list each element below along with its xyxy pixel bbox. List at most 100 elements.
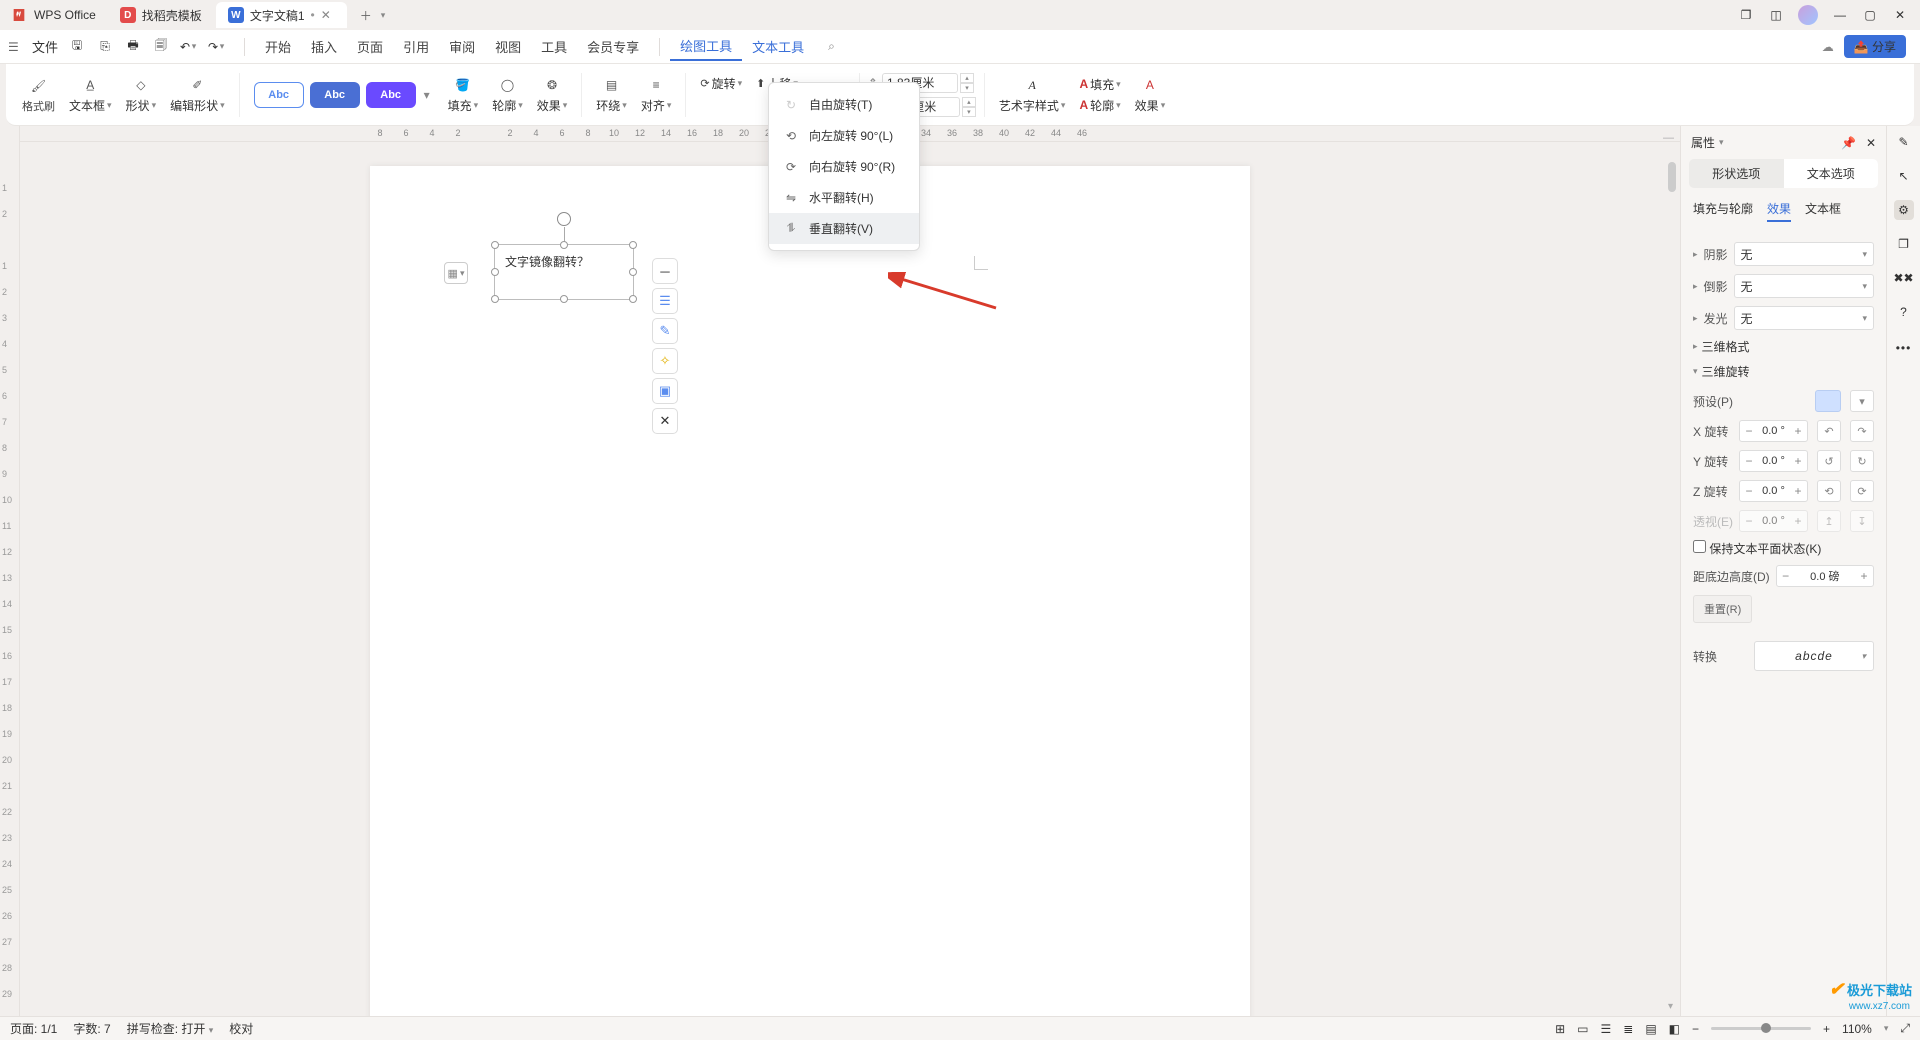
resize-handle[interactable] xyxy=(491,241,499,249)
transform-select[interactable]: abcde▾ xyxy=(1754,641,1874,671)
vertical-scrollbar[interactable]: ▾ xyxy=(1668,162,1678,1012)
ft-spark[interactable]: ✧ xyxy=(652,348,678,374)
share-button[interactable]: 📤 分享 xyxy=(1844,35,1906,58)
resize-handle[interactable] xyxy=(560,295,568,303)
spinner[interactable]: ▴▾ xyxy=(960,73,974,93)
outline-button[interactable]: ◯轮廓▾ xyxy=(486,68,529,122)
pencil-icon[interactable]: ✎ xyxy=(1894,132,1914,152)
pin-icon[interactable]: 📌 xyxy=(1841,136,1856,150)
close-window-icon[interactable]: ✕ xyxy=(1892,7,1908,23)
flip-vertical[interactable]: ⥮垂直翻转(V) xyxy=(769,213,919,244)
z-btn2[interactable]: ⟳ xyxy=(1850,480,1874,502)
new-tab-button[interactable]: ＋ xyxy=(355,4,377,26)
resize-handle[interactable] xyxy=(560,241,568,249)
menu-ref[interactable]: 引用 xyxy=(393,33,439,60)
status-words[interactable]: 字数: 7 xyxy=(73,1020,110,1037)
dist-input[interactable]: −0.0 磅+ xyxy=(1776,565,1874,587)
hamburger-icon[interactable]: ☰ xyxy=(8,40,28,54)
file-menu[interactable]: 文件 xyxy=(32,37,58,56)
resize-handle[interactable] xyxy=(629,241,637,249)
zoom-in[interactable]: + xyxy=(1823,1022,1830,1036)
menu-start[interactable]: 开始 xyxy=(255,33,301,60)
help-icon[interactable]: ? xyxy=(1894,302,1914,322)
menu-insert[interactable]: 插入 xyxy=(301,33,347,60)
align-button[interactable]: ≡对齐▾ xyxy=(635,68,678,122)
status-page[interactable]: 页面: 1/1 xyxy=(10,1020,57,1037)
view-icon-2[interactable]: ▭ xyxy=(1577,1022,1588,1036)
view-icon-6[interactable]: ◧ xyxy=(1669,1022,1680,1036)
subtab-textbox[interactable]: 文本框 xyxy=(1805,200,1841,222)
resize-handle[interactable] xyxy=(629,268,637,276)
status-spell[interactable]: 拼写检查: 打开 ▾ xyxy=(127,1020,214,1037)
save-icon[interactable]: 🖫 xyxy=(68,38,86,56)
outline2-button[interactable]: A 轮廓 ▾ xyxy=(1079,97,1120,114)
resize-handle[interactable] xyxy=(491,295,499,303)
glow-select[interactable]: 无▾ xyxy=(1734,306,1874,330)
export-icon[interactable]: ⎘ xyxy=(96,38,114,56)
multiwin-icon[interactable]: ❐ xyxy=(1738,7,1754,23)
cube-icon[interactable]: ◫ xyxy=(1768,7,1784,23)
undo-icon[interactable]: ↶▾ xyxy=(180,38,198,56)
cloud-icon[interactable]: ☁ xyxy=(1822,40,1834,54)
ft-frame[interactable]: ▣ xyxy=(652,378,678,404)
maximize-icon[interactable]: ▢ xyxy=(1862,7,1878,23)
effect-button[interactable]: ❂效果▾ xyxy=(531,68,574,122)
resize-handle[interactable] xyxy=(629,295,637,303)
menu-tools[interactable]: 工具 xyxy=(531,33,577,60)
print-icon[interactable]: 🖶 xyxy=(124,38,142,56)
fill2-button[interactable]: A 填充 ▾ xyxy=(1079,76,1120,93)
wrap-button[interactable]: ▤环绕▾ xyxy=(590,68,633,122)
close-icon[interactable]: ✕ xyxy=(321,8,335,22)
view-icon-3[interactable]: ☰ xyxy=(1601,1022,1612,1036)
ft-lines[interactable]: ☰ xyxy=(652,288,678,314)
rotate-button[interactable]: ⟳ 旋转 ▾ xyxy=(700,75,742,92)
ft-tools[interactable]: ✕ xyxy=(652,408,678,434)
zoom-slider[interactable] xyxy=(1711,1027,1811,1030)
more-icon[interactable]: ••• xyxy=(1894,338,1914,358)
rotate-right-90[interactable]: ⟳向右旋转 90°(R) xyxy=(769,151,919,182)
tab-shape-options[interactable]: 形状选项 xyxy=(1689,159,1784,188)
menu-page[interactable]: 页面 xyxy=(347,33,393,60)
x-btn1[interactable]: ↶ xyxy=(1817,420,1841,442)
menu-drawing-tools[interactable]: 绘图工具 xyxy=(670,32,742,61)
view-icon-5[interactable]: ▤ xyxy=(1645,1022,1656,1036)
y-btn1[interactable]: ↺ xyxy=(1817,450,1841,472)
preset-swatch[interactable] xyxy=(1815,390,1841,412)
rotate-left-90[interactable]: ⟲向左旋转 90°(L) xyxy=(769,120,919,151)
settings-icon[interactable]: ⚙ xyxy=(1894,200,1914,220)
style-abc-2[interactable]: Abc xyxy=(310,82,360,108)
subtab-effect[interactable]: 效果 xyxy=(1767,200,1791,222)
menu-review[interactable]: 审阅 xyxy=(439,33,485,60)
resize-handle[interactable] xyxy=(491,268,499,276)
selected-textbox[interactable]: 文字镜像翻转？ xyxy=(494,244,634,300)
preview-icon[interactable]: 🗐 xyxy=(152,38,170,56)
view-icon-4[interactable]: ≣ xyxy=(1623,1022,1633,1036)
layers-icon[interactable]: ❐ xyxy=(1894,234,1914,254)
flip-horizontal[interactable]: ⇋水平翻转(H) xyxy=(769,182,919,213)
tab-document[interactable]: W 文字文稿1 • ✕ xyxy=(216,2,347,28)
style-abc-1[interactable]: Abc xyxy=(254,82,304,108)
y-rotation-input[interactable]: −0.0 °+ xyxy=(1739,450,1808,472)
fill-button[interactable]: 🪣填充▾ xyxy=(442,68,485,122)
document-page[interactable]: ▦▾ 文字镜像翻转？ － ☰ ✎ ✧ xyxy=(370,166,1250,1016)
panel-collapse-icon[interactable]: — xyxy=(1663,132,1674,144)
menu-text-tools[interactable]: 文本工具 xyxy=(742,33,814,60)
spinner[interactable]: ▴▾ xyxy=(962,97,976,117)
y-btn2[interactable]: ↻ xyxy=(1850,450,1874,472)
format-painter[interactable]: 🖌格式刷 xyxy=(16,68,61,122)
keep-flat-checkbox[interactable]: 保持文本平面状态(K) xyxy=(1693,540,1821,557)
style-abc-3[interactable]: Abc xyxy=(366,82,416,108)
tab-text-options[interactable]: 文本选项 xyxy=(1784,159,1879,188)
shape-button[interactable]: ◇形状▾ xyxy=(120,68,163,122)
layout-options-icon[interactable]: ▦▾ xyxy=(444,262,468,284)
style-more-icon[interactable]: ▾ xyxy=(420,82,434,108)
tab-templates[interactable]: D 找稻壳模板 xyxy=(108,2,214,28)
x-btn2[interactable]: ↷ xyxy=(1850,420,1874,442)
tab-overflow-icon[interactable]: ▾ xyxy=(381,10,386,21)
wordart-style-button[interactable]: A艺术字样式▾ xyxy=(993,68,1072,122)
menu-member[interactable]: 会员专享 xyxy=(577,33,649,60)
z-rotation-input[interactable]: −0.0 °+ xyxy=(1739,480,1808,502)
zoom-value[interactable]: 110% xyxy=(1842,1022,1872,1036)
effect2-button[interactable]: A效果▾ xyxy=(1129,68,1172,122)
shadow-select[interactable]: 无▾ xyxy=(1734,242,1874,266)
